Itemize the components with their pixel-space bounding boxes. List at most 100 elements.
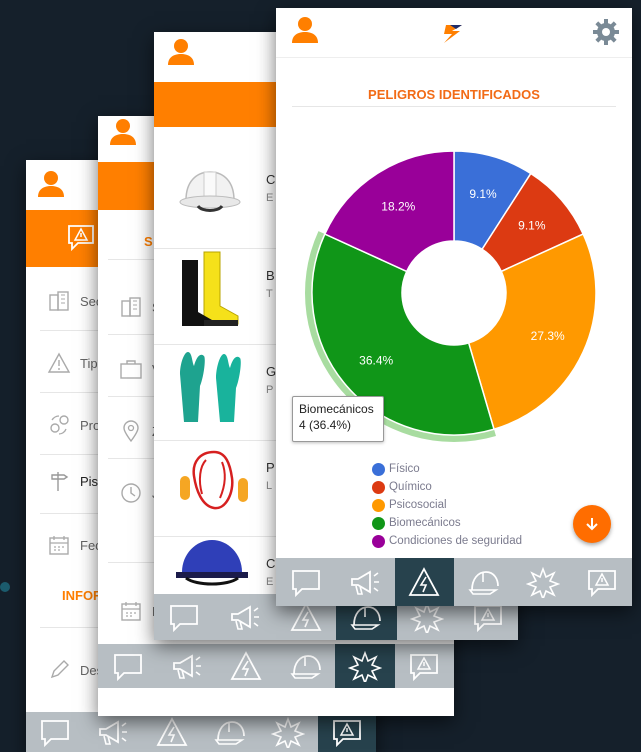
nav-item-megaphone[interactable] xyxy=(335,558,394,606)
calendar-icon xyxy=(46,534,72,556)
product-name: C xyxy=(266,556,276,571)
background-dot xyxy=(0,582,10,592)
nav-item-megaphone[interactable] xyxy=(215,594,276,640)
nav-item-hazard[interactable] xyxy=(143,712,201,752)
hazard-icon xyxy=(156,717,188,746)
gear-icon[interactable] xyxy=(592,18,620,46)
chart-tooltip: Biomecánicos 4 (36.4%) xyxy=(292,396,384,442)
nav-item-chat[interactable] xyxy=(98,644,157,688)
boots-icon xyxy=(182,251,239,326)
nav-item-report[interactable] xyxy=(395,644,454,688)
legend-label: Biomecánicos xyxy=(389,517,461,529)
nav-item-helmet[interactable] xyxy=(276,644,335,688)
legend-swatch xyxy=(372,498,385,512)
slice-percent-label: 36.4% xyxy=(359,353,393,367)
product-subtitle: T xyxy=(266,288,273,300)
legend-swatch xyxy=(372,462,385,476)
nav-item-megaphone[interactable] xyxy=(157,644,216,688)
header-bar xyxy=(98,162,158,210)
slice-percent-label: 27.3% xyxy=(531,329,565,343)
explosion-icon xyxy=(525,566,560,598)
slice-percent-label: 9.1% xyxy=(469,187,497,201)
signpost-icon xyxy=(46,469,72,493)
legend-item[interactable]: Psicosocial xyxy=(372,496,522,514)
legend-item[interactable]: Químico xyxy=(372,478,522,496)
bottom-nav xyxy=(98,644,454,688)
section-heading: INFOR xyxy=(62,588,103,603)
legend-item[interactable]: Condiciones de seguridad xyxy=(372,532,522,550)
chat-icon xyxy=(170,605,199,633)
report-icon xyxy=(332,720,361,748)
warning-icon xyxy=(46,352,72,374)
chart-title: PELIGROS IDENTIFICADOS xyxy=(368,87,540,102)
product-subtitle: P xyxy=(266,384,274,396)
slice-percent-label: 18.2% xyxy=(381,199,415,213)
product-subtitle: L xyxy=(266,480,273,492)
hazard-icon xyxy=(230,651,262,680)
clock-icon xyxy=(118,481,144,505)
nav-item-report[interactable] xyxy=(317,712,376,752)
chat-icon xyxy=(291,570,320,598)
legend-swatch xyxy=(372,516,385,530)
megaphone-icon xyxy=(173,654,201,679)
helmet-icon xyxy=(290,655,321,679)
nav-item-hazard[interactable] xyxy=(394,558,454,606)
legend-item[interactable]: Biomecánicos xyxy=(372,514,522,532)
nav-item-megaphone[interactable] xyxy=(84,712,142,752)
header-bar xyxy=(154,82,284,127)
legend-label: Condiciones de seguridad xyxy=(389,535,522,547)
slice-percent-label: 9.1% xyxy=(518,219,546,233)
hard-hat-icon xyxy=(179,171,241,212)
user-icon[interactable] xyxy=(166,38,196,66)
legend-swatch xyxy=(372,534,385,548)
legend-label: Psicosocial xyxy=(389,499,447,511)
explosion-icon xyxy=(271,716,306,748)
bump-cap-icon xyxy=(176,540,248,586)
product-subtitle: E xyxy=(266,192,274,204)
megaphone-icon xyxy=(99,720,128,745)
chart-legend: Físico Químico Psicosocial Biomecánicos Cond… xyxy=(372,460,522,550)
product-name: G xyxy=(266,364,277,379)
explosion-icon xyxy=(347,650,382,682)
nav-item-chat[interactable] xyxy=(276,558,335,606)
arrow-down-icon xyxy=(586,518,598,531)
pencil-icon xyxy=(46,659,72,681)
nav-item-helmet[interactable] xyxy=(201,712,259,752)
tooltip-label: Biomecánicos xyxy=(299,402,374,416)
screen-hazards-chart: PELIGROS IDENTIFICADOS 9.1% 9.1% 27.3% 36.4… xyxy=(276,8,632,606)
calendar-icon xyxy=(118,600,144,622)
product-name: P xyxy=(266,460,275,475)
legend-item[interactable]: Físico xyxy=(372,460,522,478)
user-icon[interactable] xyxy=(36,170,66,198)
briefcase-icon xyxy=(118,358,144,380)
nav-item-explosion[interactable] xyxy=(335,644,395,688)
megaphone-icon xyxy=(231,605,259,630)
nav-item-chat[interactable] xyxy=(154,594,215,640)
chat-icon xyxy=(113,654,142,682)
bottom-nav xyxy=(26,712,376,752)
header-label: S xyxy=(144,234,153,249)
report-icon xyxy=(68,225,94,252)
nav-item-hazard[interactable] xyxy=(217,644,276,688)
nav-item-helmet[interactable] xyxy=(454,558,513,606)
buildings-icon xyxy=(46,290,72,312)
location-icon xyxy=(118,419,144,443)
divider xyxy=(292,106,616,107)
nav-item-explosion[interactable] xyxy=(513,558,572,606)
report-icon xyxy=(410,654,439,682)
nav-item-explosion[interactable] xyxy=(259,712,317,752)
report-icon xyxy=(588,570,617,598)
legend-swatch xyxy=(372,480,385,494)
nav-item-chat[interactable] xyxy=(26,712,84,752)
user-icon[interactable] xyxy=(290,16,320,44)
earplugs-icon xyxy=(180,450,248,510)
hazard-icon xyxy=(408,567,440,596)
legend-label: Físico xyxy=(389,463,420,475)
megaphone-icon xyxy=(351,570,379,595)
app-logo-icon xyxy=(444,25,462,43)
top-bar xyxy=(276,8,632,58)
gloves-icon xyxy=(180,352,241,422)
user-icon[interactable] xyxy=(108,118,138,146)
scroll-down-button[interactable] xyxy=(573,505,611,543)
nav-item-report[interactable] xyxy=(573,558,632,606)
